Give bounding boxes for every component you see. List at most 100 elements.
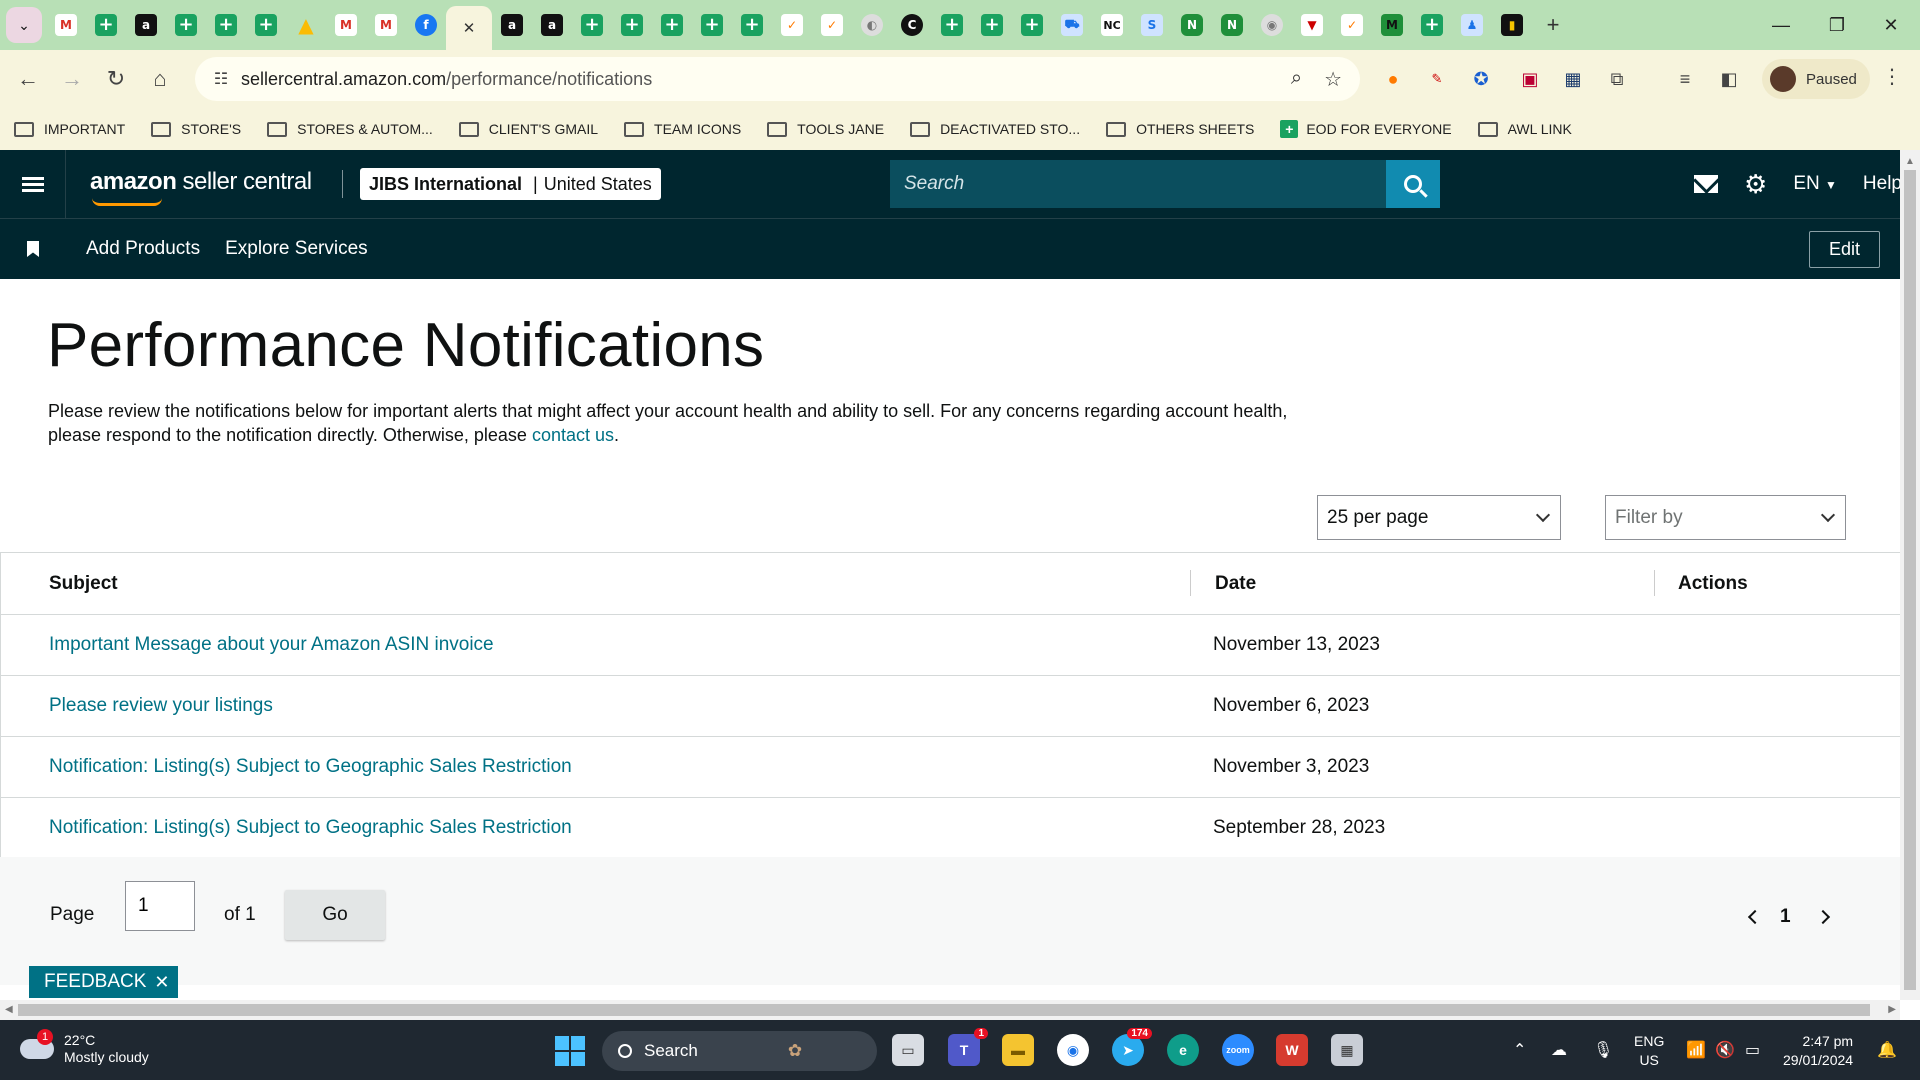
tray-overflow-icon[interactable]: ⌃ bbox=[1513, 1040, 1526, 1060]
prev-page-icon[interactable] bbox=[1747, 909, 1763, 925]
notification-subject-link[interactable]: Please review your listings bbox=[49, 695, 273, 717]
bookmark-item[interactable]: OTHERS SHEETS bbox=[1106, 121, 1254, 137]
search-input[interactable] bbox=[890, 160, 1370, 208]
browser-tab[interactable] bbox=[612, 7, 652, 43]
bookmark-item[interactable]: STORE'S bbox=[151, 121, 241, 137]
browser-tab[interactable]: ✓ bbox=[1332, 7, 1372, 43]
browser-tab[interactable] bbox=[732, 7, 772, 43]
address-bar[interactable]: ☷ sellercentral.amazon.com/performance/n… bbox=[195, 57, 1360, 101]
browser-tab[interactable]: ◐ bbox=[852, 7, 892, 43]
close-window-button[interactable]: ✕ bbox=[1862, 0, 1920, 50]
url-text[interactable]: sellercentral.amazon.com/performance/not… bbox=[241, 69, 652, 90]
scroll-up-icon[interactable]: ▲ bbox=[1905, 156, 1915, 167]
browser-tab[interactable]: C bbox=[892, 7, 932, 43]
close-icon[interactable]: ✕ bbox=[154, 972, 169, 993]
windows-start-icon[interactable] bbox=[555, 1036, 585, 1066]
browser-tab[interactable] bbox=[692, 7, 732, 43]
helium-extension-icon[interactable]: ✪ bbox=[1466, 64, 1496, 94]
clock[interactable]: 2:47 pm 29/01/2024 bbox=[1783, 1032, 1853, 1070]
browser-tab[interactable] bbox=[572, 7, 612, 43]
filter-select[interactable]: Filter by bbox=[1605, 495, 1846, 540]
wifi-icon[interactable]: 📶 bbox=[1686, 1040, 1706, 1060]
notifications-bell-icon[interactable]: 🔔 bbox=[1877, 1040, 1897, 1060]
browser-tab[interactable]: ▼ bbox=[1292, 7, 1332, 43]
browser-tab[interactable]: M bbox=[46, 7, 86, 43]
next-page-icon[interactable] bbox=[1815, 909, 1831, 925]
browser-tab[interactable]: S bbox=[1132, 7, 1172, 43]
browser-tab[interactable]: a bbox=[492, 7, 532, 43]
profile-button[interactable]: Paused bbox=[1762, 59, 1870, 99]
edge-icon[interactable]: e bbox=[1167, 1034, 1199, 1066]
tab-manager-extension-icon[interactable]: ▣ bbox=[1515, 64, 1545, 94]
side-panel-icon[interactable]: ◧ bbox=[1714, 64, 1744, 94]
microphone-icon[interactable]: 🎙 bbox=[1593, 1040, 1613, 1060]
browser-tab[interactable]: ♟ bbox=[1452, 7, 1492, 43]
browser-tab[interactable]: N bbox=[1212, 7, 1252, 43]
close-tab-icon[interactable]: ✕ bbox=[463, 19, 476, 37]
bookmark-item[interactable]: TEAM ICONS bbox=[624, 121, 741, 137]
file-explorer-icon[interactable]: ▬ bbox=[1002, 1034, 1034, 1066]
bookmark-star-icon[interactable]: ☆ bbox=[1324, 67, 1342, 92]
reload-button[interactable]: ↻ bbox=[94, 57, 138, 101]
browser-tab[interactable]: M bbox=[366, 7, 406, 43]
nav-add-products[interactable]: Add Products bbox=[86, 238, 200, 260]
bookmark-item[interactable]: TOOLS JANE bbox=[767, 121, 884, 137]
input-language[interactable]: ENG US bbox=[1634, 1032, 1664, 1070]
zoom-icon[interactable]: zoom bbox=[1222, 1034, 1254, 1066]
vertical-scrollbar[interactable]: ▲ bbox=[1900, 150, 1920, 1000]
browser-tab[interactable]: M bbox=[1372, 7, 1412, 43]
media-control-icon[interactable]: ≡ bbox=[1670, 64, 1700, 94]
browser-tab[interactable]: ▲ bbox=[286, 7, 326, 43]
keepa-extension-icon[interactable]: ▦ bbox=[1558, 64, 1588, 94]
browser-tab[interactable] bbox=[86, 7, 126, 43]
current-page[interactable]: 1 bbox=[1780, 906, 1791, 928]
back-button[interactable]: ← bbox=[6, 57, 50, 101]
speaker-muted-icon[interactable]: 🔇 bbox=[1715, 1040, 1735, 1060]
bookmark-item[interactable]: STORES & AUTOM... bbox=[267, 121, 433, 137]
onedrive-icon[interactable]: ☁ bbox=[1551, 1040, 1567, 1060]
gear-icon[interactable]: ⚙ bbox=[1744, 169, 1767, 200]
notification-subject-link[interactable]: Important Message about your Amazon ASIN… bbox=[49, 634, 494, 656]
maximize-button[interactable]: ❐ bbox=[1808, 0, 1866, 50]
browser-tab[interactable] bbox=[206, 7, 246, 43]
forward-button[interactable]: → bbox=[50, 57, 94, 101]
active-tab[interactable]: ✕ bbox=[446, 6, 492, 50]
page-number-input[interactable] bbox=[125, 881, 195, 931]
scroll-right-icon[interactable]: ▶ bbox=[1888, 1004, 1896, 1015]
browser-tab[interactable]: M bbox=[326, 7, 366, 43]
feedback-button[interactable]: FEEDBACK ✕ bbox=[29, 966, 178, 998]
scroll-thumb[interactable] bbox=[1904, 170, 1916, 990]
browser-tab[interactable] bbox=[932, 7, 972, 43]
browser-tab[interactable] bbox=[246, 7, 286, 43]
hamburger-menu-icon[interactable] bbox=[0, 150, 66, 218]
search-button[interactable] bbox=[1386, 160, 1440, 208]
account-switcher[interactable]: JIBS International | United States bbox=[360, 168, 661, 200]
browser-tab[interactable]: ⛟ bbox=[1052, 7, 1092, 43]
wps-office-icon[interactable]: W bbox=[1276, 1034, 1308, 1066]
go-button[interactable]: Go bbox=[285, 890, 385, 940]
taskbar-search[interactable]: Search ✿ bbox=[602, 1031, 877, 1071]
extensions-puzzle-icon[interactable]: ⧉ bbox=[1602, 64, 1632, 94]
browser-tab[interactable] bbox=[1012, 7, 1052, 43]
seller-central-logo[interactable]: amazon seller central bbox=[90, 168, 312, 206]
firefox-extension-icon[interactable]: ● bbox=[1378, 64, 1408, 94]
browser-tab[interactable]: a bbox=[126, 7, 166, 43]
bookmark-icon[interactable] bbox=[27, 241, 39, 257]
browser-tab[interactable]: ▮ bbox=[1492, 7, 1532, 43]
new-tab-button[interactable]: + bbox=[1538, 10, 1568, 40]
browser-tab[interactable]: f bbox=[406, 7, 446, 43]
edit-nav-button[interactable]: Edit bbox=[1808, 231, 1880, 268]
per-page-select[interactable]: 25 per page bbox=[1317, 495, 1561, 540]
scroll-thumb[interactable] bbox=[18, 1004, 1870, 1016]
zoom-icon[interactable]: ⌕ bbox=[1291, 67, 1302, 92]
browser-tab[interactable] bbox=[1412, 7, 1452, 43]
notification-subject-link[interactable]: Notification: Listing(s) Subject to Geog… bbox=[49, 756, 572, 778]
browser-tab[interactable]: ✓ bbox=[772, 7, 812, 43]
nav-explore-services[interactable]: Explore Services bbox=[225, 238, 368, 260]
task-view-icon[interactable]: ▭ bbox=[892, 1034, 924, 1066]
contact-us-link[interactable]: contact us bbox=[532, 425, 614, 445]
help-link[interactable]: Help bbox=[1863, 173, 1902, 195]
bookmark-item[interactable]: DEACTIVATED STO... bbox=[910, 121, 1080, 137]
scroll-left-icon[interactable]: ◀ bbox=[5, 1004, 13, 1015]
notification-subject-link[interactable]: Notification: Listing(s) Subject to Geog… bbox=[49, 817, 572, 839]
